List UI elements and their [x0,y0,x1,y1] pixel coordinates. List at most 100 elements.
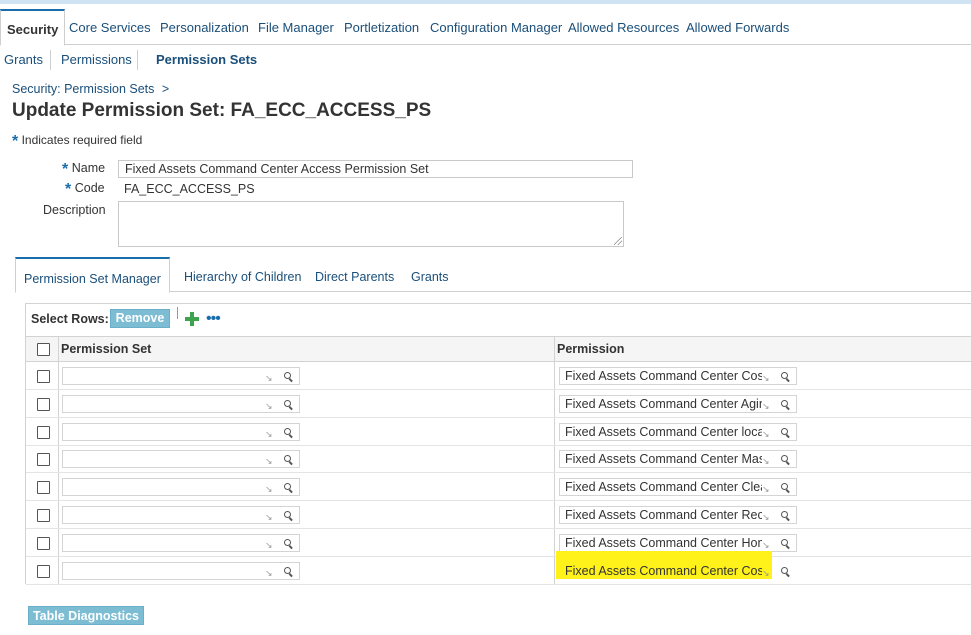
lov-arrow-icon: ↘ [762,428,770,439]
tab-permission-set-manager[interactable]: Permission Set Manager [15,257,170,293]
more-actions-icon[interactable]: ••• [206,311,221,327]
subtab-permission-sets[interactable]: Permission Sets [156,50,257,70]
lov-search-icon[interactable] [284,566,291,574]
lov-search-icon[interactable] [781,372,788,379]
tab-direct-parents[interactable]: Direct Parents [315,263,394,291]
tab-configuration-manager[interactable]: Configuration Manager [430,8,562,43]
lov-search-icon[interactable] [284,372,291,379]
permission-lov-input[interactable]: Fixed Assets Command Center Cost ↘ [559,367,797,385]
lov-arrow-icon: ↘ [762,456,770,467]
permission-lov-input[interactable]: Fixed Assets Command Center location↘ [559,422,797,441]
column-header-permission[interactable]: Permission [557,337,624,361]
permission-set-lov-input[interactable]: ↘ [62,506,300,524]
tab-portletization[interactable]: Portletization [344,8,419,43]
permission-set-lov-input[interactable]: ↘ [62,394,300,413]
tab-hierarchy-of-children[interactable]: Hierarchy of Children [184,263,301,291]
required-note: * Indicates required field [12,133,142,151]
lov-search-icon[interactable] [781,538,788,546]
permission-set-lov-input[interactable]: ↘ [62,533,300,552]
permission-lov-input[interactable]: Fixed Assets Command Center Home ↘ [559,533,797,552]
remove-button[interactable]: Remove [110,309,170,328]
lov-arrow-icon: ↘ [762,400,770,411]
permission-value: Fixed Assets Command Center Home [565,535,762,550]
tab-core-services[interactable]: Core Services [69,8,151,43]
select-all-checkbox[interactable] [37,343,50,356]
tab-security[interactable]: Security [0,9,66,46]
table-diagnostics-button[interactable]: Table Diagnostics [28,606,144,625]
table-row: ↘Fixed Assets Command Center Reconciliat… [26,501,971,529]
top-strip [0,0,971,4]
row-select-checkbox[interactable] [37,509,50,522]
permission-set-lov-input[interactable]: ↘ [62,478,300,497]
lov-search-icon[interactable] [781,399,788,407]
permission-set-table-panel: Select Rows: Remove ••• Permission Set P… [25,303,971,585]
table-row: ↘ Fixed Assets Command Center Home ↘ [26,529,971,557]
required-note-text: Indicates required field [21,133,143,147]
permission-lov-input[interactable]: Fixed Assets Command Center Cost ↘ [559,562,797,580]
lov-search-icon[interactable] [284,483,291,491]
tab-allowed-forwards[interactable]: Allowed Forwards [686,8,789,43]
lov-arrow-icon: ↘ [762,567,770,578]
description-textarea[interactable] [118,201,624,247]
table-row: ↘ Fixed Assets Command Center Cost ↘ [26,550,971,585]
row-select-checkbox[interactable] [37,453,50,467]
permission-set-lov-input[interactable]: ↘ [62,450,300,469]
lov-arrow-icon: ↘ [265,373,273,383]
column-header-permission-set[interactable]: Permission Set [61,337,151,361]
table-header: Permission Set Permission [26,336,971,362]
permission-set-lov-input[interactable]: ↘ [62,561,300,580]
permission-set-lov-input[interactable]: ↘ [62,367,300,385]
row-select-checkbox[interactable] [37,397,50,411]
divider [50,50,51,70]
row-select-checkbox[interactable] [37,536,50,550]
permission-value: Fixed Assets Command Center Cost [565,563,762,578]
permission-value: Fixed Assets Command Center location [565,424,762,439]
row-select-checkbox[interactable] [37,481,50,495]
lov-arrow-icon: ↘ [265,400,273,411]
lov-search-icon[interactable] [284,399,291,407]
required-star: * [12,133,19,150]
lov-search-icon[interactable] [284,427,291,435]
required-star: * [65,181,72,198]
lov-arrow-icon: ↘ [762,373,770,383]
lov-arrow-icon: ↘ [762,539,770,550]
lov-search-icon[interactable] [781,566,788,574]
tab-file-manager[interactable]: File Manager [258,8,334,43]
lov-search-icon[interactable] [284,511,291,518]
name-input[interactable]: Fixed Assets Command Center Access Permi… [118,160,633,178]
lov-search-icon[interactable] [781,427,788,435]
tab-grants[interactable]: Grants [411,263,449,291]
permission-lov-input[interactable]: Fixed Assets Command Center Clearing↘ [559,478,797,497]
page-title: Update Permission Set: FA_ECC_ACCESS_PS [12,100,432,121]
breadcrumb-separator: > [161,82,170,96]
permission-lov-input[interactable]: Fixed Assets Command Center Aging ↘ [559,394,797,413]
lov-arrow-icon: ↘ [265,539,273,550]
permission-value: Fixed Assets Command Center Mass Transfe… [565,452,762,467]
lov-search-icon[interactable] [284,538,291,546]
row-select-checkbox[interactable] [37,425,50,439]
lov-search-icon[interactable] [781,511,788,518]
lov-search-icon[interactable] [284,455,291,463]
lov-search-icon[interactable] [781,455,788,463]
main-tabs: Security Core Services Personalization F… [0,8,971,46]
breadcrumb-link[interactable]: Security: Permission Sets [12,82,154,96]
tab-allowed-resources[interactable]: Allowed Resources [568,8,679,43]
permission-set-lov-input[interactable]: ↘ [62,422,300,441]
permission-lov-input[interactable]: Fixed Assets Command Center Mass Transfe… [559,450,797,469]
description-label: Description [43,203,106,217]
permission-lov-input[interactable]: Fixed Assets Command Center Reconciliati… [559,506,797,524]
subtab-permissions[interactable]: Permissions [61,50,132,70]
lov-arrow-icon: ↘ [762,484,770,495]
lov-arrow-icon: ↘ [762,512,770,522]
table-row: ↘Fixed Assets Command Center location↘ [26,418,971,446]
row-select-checkbox[interactable] [37,564,50,578]
subtab-grants[interactable]: Grants [4,50,43,70]
lov-search-icon[interactable] [781,483,788,491]
row-select-checkbox[interactable] [37,370,50,383]
add-row-plus-icon[interactable] [185,312,199,326]
divider [137,50,138,70]
tab-personalization[interactable]: Personalization [160,8,249,43]
table-row: ↘Fixed Assets Command Center Mass Transf… [26,445,971,474]
table-row: ↘ Fixed Assets Command Center Aging ↘ [26,390,971,418]
resize-grip-icon[interactable] [614,237,622,245]
